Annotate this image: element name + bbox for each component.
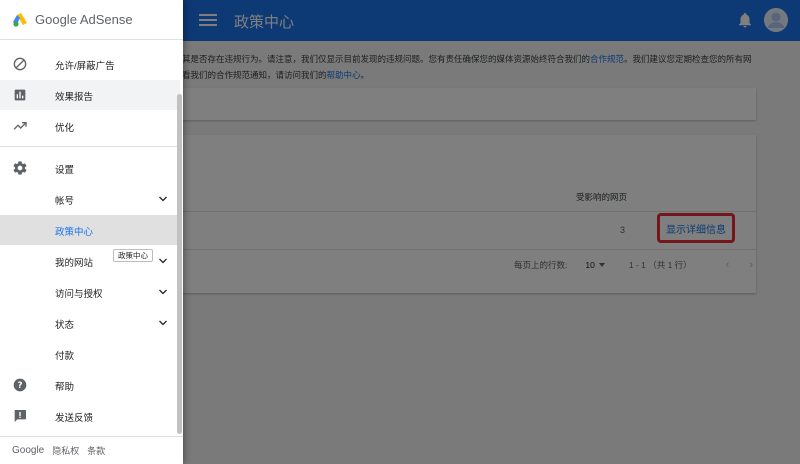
nav-item-label: 优化 (55, 123, 75, 134)
privacy-link[interactable]: 隐私权 (52, 444, 79, 457)
nav-item-label: 政策中心 (55, 227, 94, 238)
drawer-footer: Google 隐私权 条款 (0, 436, 183, 464)
nav-item-label: 允许/屏蔽广告 (55, 61, 115, 72)
nav-item-access-authorization[interactable]: 访问与授权 (0, 277, 180, 307)
feedback-icon (14, 410, 26, 422)
nav-item-reports[interactable]: 效果报告 (0, 80, 180, 110)
nav-item-label: 效果报告 (55, 92, 94, 103)
nav-item-label: 发送反馈 (55, 413, 94, 424)
help-icon: ? (13, 378, 27, 392)
tooltip-policy-center: 政策中心 (113, 249, 153, 262)
nav-item-status[interactable]: 状态 (0, 308, 180, 338)
nav-item-account[interactable]: 帐号 (0, 184, 180, 214)
nav-item-allow-block-ads[interactable]: 允许/屏蔽广告 (0, 49, 180, 79)
terms-link[interactable]: 条款 (87, 444, 105, 457)
nav-item-label: 访问与授权 (55, 289, 103, 300)
nav-item-label: 付款 (55, 351, 75, 362)
divider (0, 146, 180, 147)
chevron-down-icon (159, 289, 167, 295)
nav-item-help[interactable]: ? 帮助 (0, 370, 180, 400)
nav-item-label: 我的网站 (55, 258, 94, 269)
trending-up-icon (13, 122, 27, 130)
drawer-header: Google AdSense (0, 0, 183, 40)
nav-item-policy-center[interactable]: 政策中心 (0, 215, 180, 245)
nav-item-label: 帐号 (55, 196, 75, 207)
google-brand-text: Google (12, 445, 45, 456)
nav-item-label: 状态 (55, 320, 75, 331)
chevron-down-icon (159, 320, 167, 326)
nav-item-optimization[interactable]: 优化 (0, 111, 180, 141)
block-icon (13, 57, 27, 71)
nav-item-my-sites[interactable]: 我的网站 (0, 246, 180, 276)
nav-item-label: 帮助 (55, 382, 75, 393)
chevron-down-icon (159, 258, 167, 264)
adsense-logo-text: Google AdSense (35, 12, 133, 27)
nav-item-settings[interactable]: 设置 (0, 153, 180, 183)
adsense-logo-icon (13, 12, 27, 27)
gear-icon (13, 161, 27, 175)
nav-item-send-feedback[interactable]: 发送反馈 (0, 401, 180, 431)
nav-item-payments[interactable]: 付款 (0, 339, 180, 369)
svg-text:?: ? (17, 381, 22, 391)
chevron-down-icon (159, 196, 167, 202)
nav-item-label: 设置 (55, 165, 75, 176)
navigation-drawer: Google AdSense 允许/屏蔽广告 效果报告 优化 设置 帐号 政策中… (0, 0, 183, 464)
drawer-scrollbar[interactable] (177, 94, 182, 434)
bar-chart-icon (14, 89, 26, 101)
